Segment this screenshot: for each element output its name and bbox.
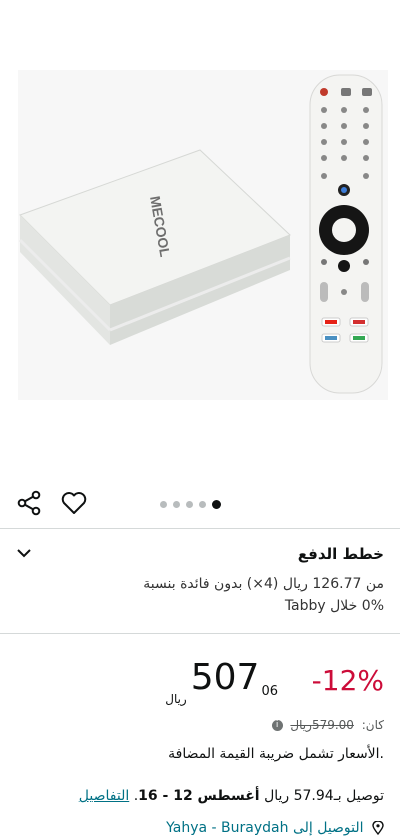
vat-note: .الأسعار تشمل ضريبة القيمة المضافة <box>168 746 384 762</box>
delivery-location-link[interactable]: Yahya - Buraydah التوصيل إلى <box>166 820 384 836</box>
heart-icon[interactable] <box>60 490 88 516</box>
delivery-details-link[interactable]: التفاصيل <box>79 788 129 804</box>
payment-plans-title: خطط الدفع <box>297 545 384 563</box>
delivery-location-text: Yahya - Buraydah التوصيل إلى <box>166 820 364 836</box>
carousel-dot[interactable] <box>199 501 206 508</box>
was-price-row: كان: 579.00ريال i <box>271 718 384 732</box>
was-price: 579.00ريال <box>290 718 354 732</box>
carousel-dot-active[interactable] <box>212 500 221 509</box>
price-currency: ريال <box>165 692 187 706</box>
payment-plan-line-2: 0% خلال Tabby <box>284 598 384 614</box>
image-actions-bar <box>0 478 400 528</box>
carousel-dot[interactable] <box>160 501 167 508</box>
location-pin-icon <box>372 821 384 835</box>
carousel-dot[interactable] <box>186 501 193 508</box>
share-icon[interactable] <box>16 490 42 516</box>
payment-plans-text: من 126.77 ريال (4×) بدون فائدة بنسبة 0% … <box>24 573 384 617</box>
carousel-dot[interactable] <box>173 501 180 508</box>
delivery-info: توصيل بـ57.94 ريال أغسطس 12 - 16. التفاص… <box>78 788 384 804</box>
product-image[interactable]: MECOOL <box>0 0 400 478</box>
product-image-gallery[interactable]: MECOOL <box>0 0 400 478</box>
remote-graphic <box>309 74 383 394</box>
divider <box>0 528 400 529</box>
price-fraction: 06 <box>261 684 278 699</box>
tv-box-graphic: MECOOL <box>18 149 291 345</box>
carousel-dots[interactable] <box>160 500 221 509</box>
chevron-down-icon[interactable] <box>16 546 32 560</box>
was-label: كان: <box>361 718 384 732</box>
discount-badge: -12% <box>311 664 384 697</box>
payment-plan-line-1: من 126.77 ريال (4×) بدون فائدة بنسبة <box>143 576 384 592</box>
divider <box>0 633 400 634</box>
delivery-dates: أغسطس 12 - 16 <box>138 788 260 804</box>
info-icon[interactable]: i <box>271 720 283 731</box>
price-whole: 507 <box>190 657 260 698</box>
delivery-price: توصيل بـ57.94 ريال <box>264 788 384 804</box>
price-display: ريال 507 06 <box>165 656 278 706</box>
